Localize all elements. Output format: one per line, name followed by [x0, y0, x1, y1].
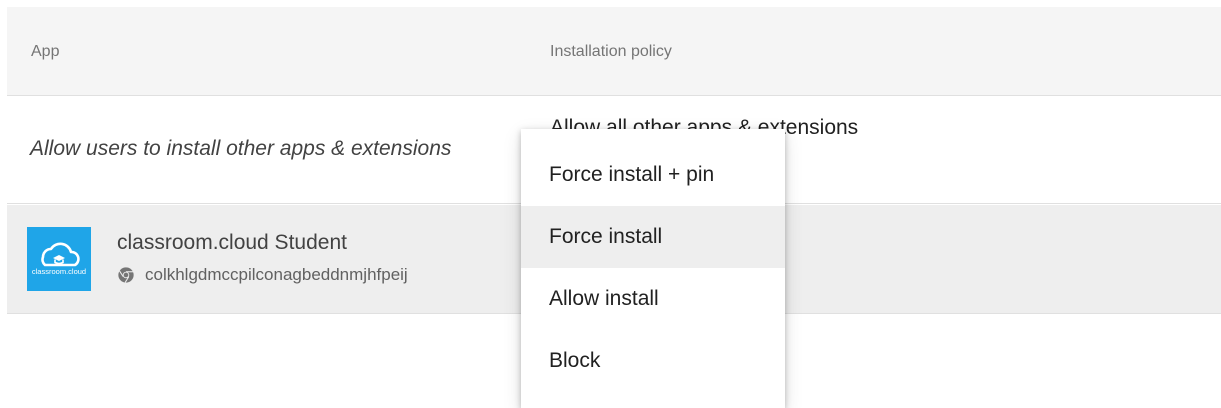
cloud-logo-icon: classroom.cloud — [32, 242, 86, 276]
column-header-installation-policy[interactable]: Installation policy — [550, 7, 672, 96]
table-header: App Installation policy — [7, 7, 1221, 96]
app-id-line: colkhlgdmccpilconagbeddnmjhfpeij — [117, 265, 408, 285]
allow-other-apps-label: Allow users to install other apps & exte… — [30, 137, 452, 160]
logo-wordmark: classroom.cloud — [32, 267, 86, 276]
column-header-app[interactable]: App — [31, 7, 59, 96]
installation-policy-dropdown-menu: Force install + pin Force install Allow … — [521, 129, 785, 408]
menu-item-force-install[interactable]: Force install — [521, 206, 785, 268]
menu-item-block[interactable]: Block — [521, 330, 785, 392]
classroom-cloud-logo: classroom.cloud — [27, 227, 91, 291]
chrome-icon — [118, 267, 134, 283]
app-policy-table-screen: App Installation policy Allow users to i… — [0, 0, 1221, 408]
app-name: classroom.cloud Student — [117, 231, 347, 254]
app-id: colkhlgdmccpilconagbeddnmjhfpeij — [145, 265, 408, 284]
menu-item-force-install-pin[interactable]: Force install + pin — [521, 144, 785, 206]
menu-item-allow-install[interactable]: Allow install — [521, 268, 785, 330]
